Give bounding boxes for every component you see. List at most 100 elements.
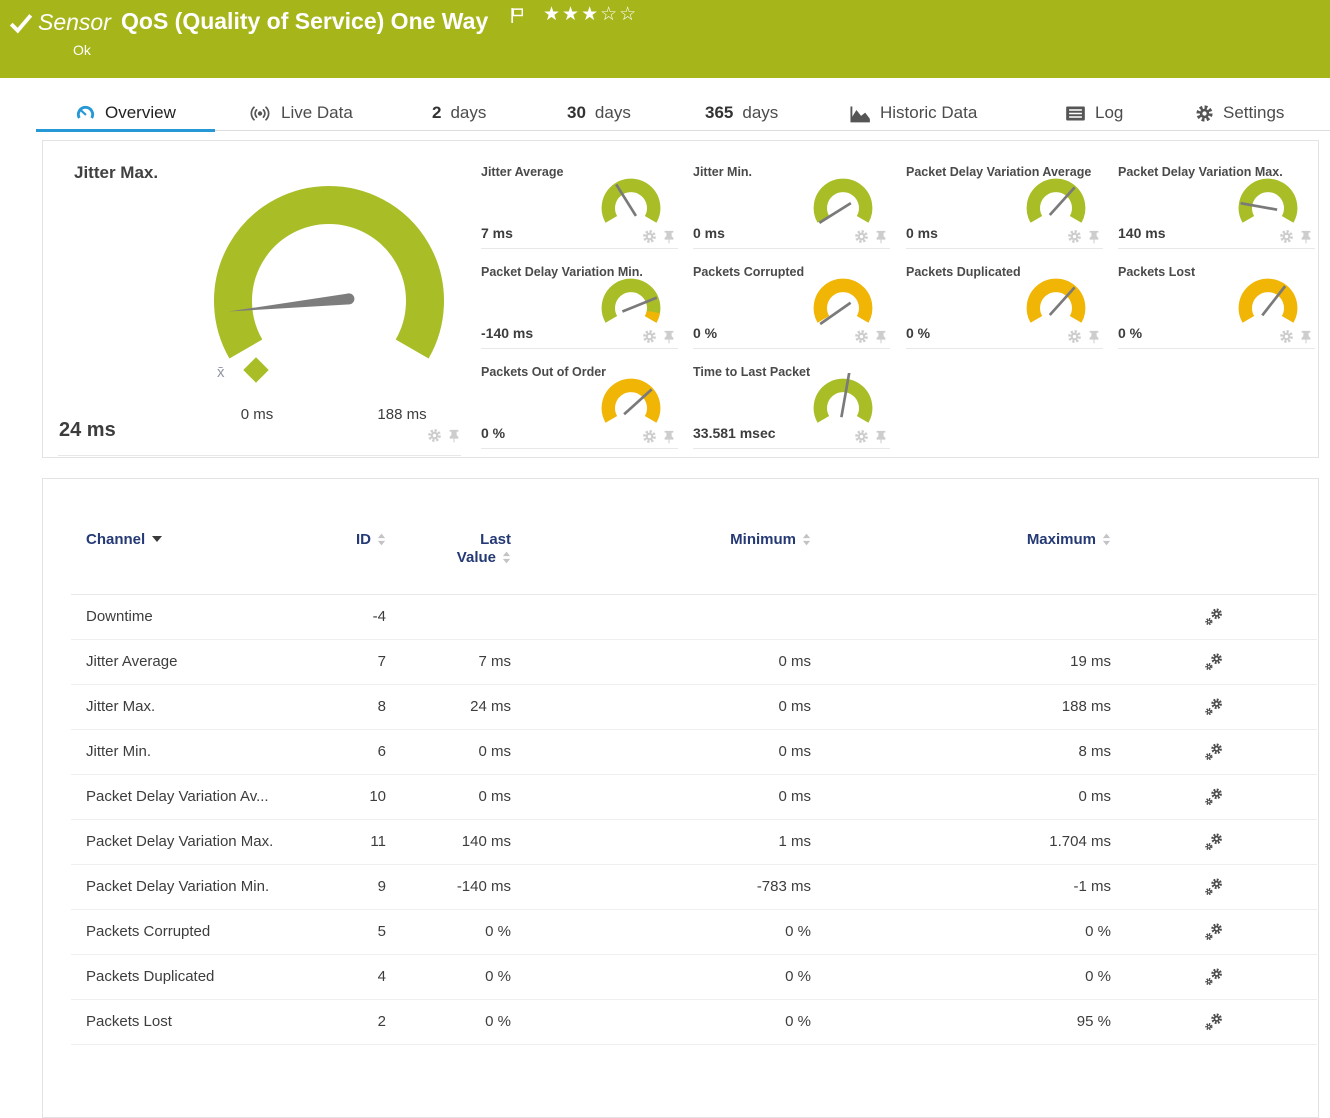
cell-channel[interactable]: Downtime — [71, 594, 306, 639]
gauge-pin-icon[interactable] — [874, 230, 888, 244]
cell-minimum: 0 % — [511, 954, 811, 999]
gauge-settings-gear-icon[interactable] — [642, 429, 657, 444]
cell-maximum: 95 % — [811, 999, 1111, 1044]
cell-channel[interactable]: Jitter Average — [71, 639, 306, 684]
column-header-id[interactable]: ID — [306, 519, 386, 594]
gauge-pin-icon[interactable] — [1087, 330, 1101, 344]
stars-filled[interactable]: ★★★ — [543, 4, 600, 25]
gauge-pin-icon[interactable] — [1087, 230, 1101, 244]
channel-settings-gears-icon[interactable] — [1204, 787, 1224, 807]
cell-channel[interactable]: Packet Delay Variation Min. — [71, 864, 306, 909]
priority-stars[interactable]: ★★★☆☆ — [543, 3, 638, 26]
cell-channel[interactable]: Packets Duplicated — [71, 954, 306, 999]
gauge-settings-gear-icon[interactable] — [1279, 329, 1294, 344]
channel-settings-gears-icon[interactable] — [1204, 877, 1224, 897]
table-row: Packet Delay Variation Max. 11 140 ms 1 … — [71, 819, 1317, 864]
tab-overview[interactable]: Overview — [75, 95, 176, 131]
tab-historic-data[interactable]: Historic Data — [850, 95, 977, 131]
sort-desc-icon — [152, 536, 162, 542]
channel-settings-gears-icon[interactable] — [1204, 967, 1224, 987]
sort-icon — [502, 551, 511, 564]
cell-last-value: 24 ms — [386, 684, 511, 729]
status-check-icon — [8, 10, 34, 36]
table-header-row: Channel ID Last Value Minimum Maximum — [71, 519, 1317, 594]
gauge-settings-gear-icon[interactable] — [427, 428, 442, 443]
table-row: Downtime -4 — [71, 594, 1317, 639]
header-label: Channel — [86, 531, 145, 548]
gauge-pin-icon[interactable] — [874, 330, 888, 344]
cell-id: 6 — [306, 729, 386, 774]
gauge-cell-packets-lost: Packets Lost 0 % — [1118, 261, 1315, 349]
gauge-settings-gear-icon[interactable] — [1067, 329, 1082, 344]
channel-settings-gears-icon[interactable] — [1204, 697, 1224, 717]
cell-channel[interactable]: Jitter Min. — [71, 729, 306, 774]
gauge-value: 0 % — [906, 325, 930, 341]
gauge-title: Jitter Min. — [693, 165, 752, 179]
gauge-settings-gear-icon[interactable] — [1279, 229, 1294, 244]
stars-empty[interactable]: ☆☆ — [600, 4, 638, 25]
tab-label: Log — [1095, 103, 1123, 123]
gauge-settings-gear-icon[interactable] — [1067, 229, 1082, 244]
table-row: Packet Delay Variation Av... 10 0 ms 0 m… — [71, 774, 1317, 819]
header-label: Maximum — [1027, 531, 1096, 548]
header-label: Value — [457, 549, 496, 566]
sort-icon — [1102, 533, 1111, 546]
channel-settings-gears-icon[interactable] — [1204, 652, 1224, 672]
tab-log[interactable]: Log — [1065, 95, 1123, 131]
main-gauge-dial: x̄ — [199, 169, 459, 429]
gauge-value: 0 ms — [906, 225, 938, 241]
tab-365-days[interactable]: 365 days — [705, 95, 778, 131]
channel-settings-gears-icon[interactable] — [1204, 922, 1224, 942]
gauge-title: Packets Duplicated — [906, 265, 1021, 279]
gauge-settings-gear-icon[interactable] — [642, 229, 657, 244]
gauge-pin-icon[interactable] — [662, 330, 676, 344]
gauge-pin-icon[interactable] — [874, 430, 888, 444]
column-header-last-value[interactable]: Last Value — [386, 519, 511, 594]
flag-icon[interactable] — [510, 7, 525, 24]
cell-minimum: 1 ms — [511, 819, 811, 864]
cell-id: 7 — [306, 639, 386, 684]
column-header-minimum[interactable]: Minimum — [511, 519, 811, 594]
gauge-pin-icon[interactable] — [662, 430, 676, 444]
gauge-settings-gear-icon[interactable] — [642, 329, 657, 344]
cell-maximum: 0 % — [811, 954, 1111, 999]
cell-maximum: 0 ms — [811, 774, 1111, 819]
cell-id: 8 — [306, 684, 386, 729]
tab-number: 30 — [567, 103, 586, 123]
gauge-pin-icon[interactable] — [662, 230, 676, 244]
cell-channel[interactable]: Packet Delay Variation Av... — [71, 774, 306, 819]
gauge-pin-icon[interactable] — [1299, 330, 1313, 344]
gauge-icon — [75, 104, 96, 123]
tab-live-data[interactable]: Live Data — [248, 95, 353, 131]
cell-maximum: 0 % — [811, 909, 1111, 954]
column-header-maximum[interactable]: Maximum — [811, 519, 1111, 594]
cell-channel[interactable]: Jitter Max. — [71, 684, 306, 729]
channel-settings-gears-icon[interactable] — [1204, 1012, 1224, 1032]
tab-30-days[interactable]: 30 days — [567, 95, 631, 131]
gauge-settings-gear-icon[interactable] — [854, 229, 869, 244]
cell-channel[interactable]: Packet Delay Variation Max. — [71, 819, 306, 864]
cell-channel[interactable]: Packets Lost — [71, 999, 306, 1044]
cell-minimum: 0 ms — [511, 639, 811, 684]
channel-settings-gears-icon[interactable] — [1204, 607, 1224, 627]
cell-id: 11 — [306, 819, 386, 864]
cell-last-value: 0 % — [386, 999, 511, 1044]
cell-maximum: 1.704 ms — [811, 819, 1111, 864]
cell-channel[interactable]: Packets Corrupted — [71, 909, 306, 954]
tab-number: 2 — [432, 103, 441, 123]
column-header-channel[interactable]: Channel — [71, 519, 306, 594]
channel-settings-gears-icon[interactable] — [1204, 832, 1224, 852]
tab-2-days[interactable]: 2 days — [432, 95, 486, 131]
gauge-pin-icon[interactable] — [1299, 230, 1313, 244]
table-row: Packets Duplicated 4 0 % 0 % 0 % — [71, 954, 1317, 999]
tab-settings[interactable]: Settings — [1195, 95, 1284, 131]
channel-settings-gears-icon[interactable] — [1204, 742, 1224, 762]
gauge-settings-gear-icon[interactable] — [854, 429, 869, 444]
gauge-cell-jitter-average: Jitter Average 7 ms — [481, 161, 678, 249]
cell-last-value: 0 ms — [386, 774, 511, 819]
gauge-cell-time-to-last-packet: Time to Last Packet 33.581 msec — [693, 361, 890, 449]
cell-minimum: 0 % — [511, 909, 811, 954]
gauge-pin-icon[interactable] — [447, 429, 461, 443]
cell-last-value — [386, 594, 511, 639]
gauge-settings-gear-icon[interactable] — [854, 329, 869, 344]
